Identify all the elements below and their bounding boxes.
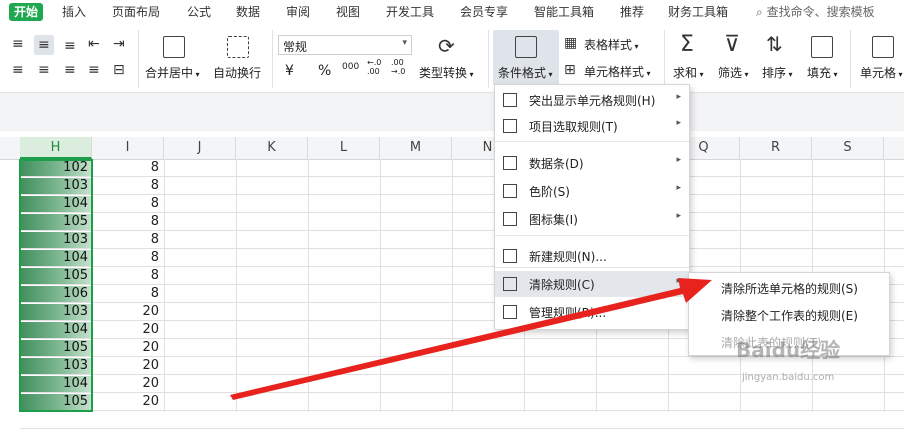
watermark-logo: Baidu经验 (736, 338, 841, 362)
watermark-url: jingyan.baidu.com (742, 372, 835, 383)
